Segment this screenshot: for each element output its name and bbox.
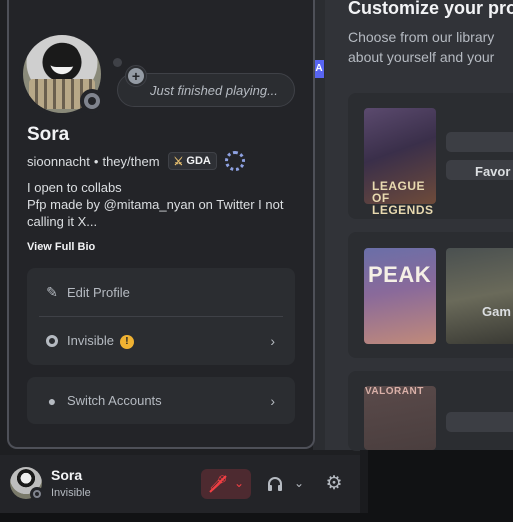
settings-subtitle: Choose from our library (348, 29, 495, 45)
user-panel: Sora Invisible 🎤︎ ⌄ ⌄ ⚙ (0, 455, 360, 513)
headphones-icon (266, 475, 284, 493)
bio-line: Pfp made by @mitama_nyan on Twitter I no… (27, 197, 284, 212)
bio: I open to collabs Pfp made by @mitama_ny… (27, 179, 297, 230)
game-logo-text: LEAGUE OF LEGENDS (372, 179, 434, 217)
favorite-label: Favor (475, 164, 511, 179)
status-selector[interactable]: Invisible! › (27, 317, 295, 365)
guild-tag[interactable]: ⚔ GDA (167, 152, 217, 170)
status-hole (88, 97, 96, 105)
game-cover[interactable] (446, 248, 513, 344)
sword-icon: ⚔ (173, 155, 184, 168)
thought-bubble-dot (113, 58, 122, 67)
user-status: Invisible (51, 487, 91, 499)
deafen-button[interactable]: ⌄ (262, 469, 312, 499)
avatar-hair (47, 43, 79, 67)
separator: • (93, 153, 99, 169)
status-indicator (30, 487, 44, 501)
game-label: Gam (482, 304, 511, 319)
status-label: Invisible (67, 333, 114, 349)
option-pill[interactable] (446, 412, 513, 432)
game-logo-text: VALORANT (365, 386, 424, 397)
bio-line: calling it X... (27, 214, 98, 229)
view-full-bio-link[interactable]: View Full Bio (27, 241, 95, 253)
guild-tag-label: GDA (186, 155, 211, 167)
chevron-down-icon[interactable]: ⌄ (234, 476, 244, 490)
plus-icon: + (128, 68, 144, 84)
user-settings-button[interactable]: ⚙ (319, 469, 349, 499)
mute-microphone-button[interactable]: 🎤︎ ⌄ (201, 469, 251, 499)
app-root: A Customize your pro Choose from our lib… (0, 0, 513, 522)
invisible-status-icon (84, 93, 100, 109)
add-status-button[interactable]: + (125, 65, 147, 87)
window-bottom-edge (0, 513, 513, 522)
option-pill[interactable] (446, 132, 513, 152)
edge-tag: A (314, 60, 324, 78)
account-icon: ● (47, 392, 57, 409)
status-label-wrap: Invisible! (67, 333, 134, 349)
switch-accounts-label: Switch Accounts (67, 393, 162, 408)
gear-icon: ⚙ (325, 473, 343, 494)
game-logo-text: PEAK (368, 262, 432, 287)
nitro-badge-icon[interactable] (224, 151, 245, 171)
display-name: Sora (27, 124, 70, 145)
status-indicator (80, 89, 104, 113)
user-tagline: sioonnacht • they/them ⚔ GDA (27, 151, 245, 171)
chevron-right-icon: › (270, 333, 275, 349)
switch-accounts-menu: ● Switch Accounts › (27, 377, 295, 424)
chevron-down-icon[interactable]: ⌄ (294, 476, 304, 490)
background-panel (368, 450, 513, 522)
invisible-status-icon (44, 333, 60, 349)
chevron-right-icon: › (270, 392, 275, 409)
bio-line: I open to collabs (27, 180, 122, 195)
warning-icon: ! (119, 334, 134, 349)
activity-text: Just finished playing... (150, 83, 278, 98)
invisible-status-icon (33, 490, 41, 498)
username: sioonnacht (27, 153, 90, 169)
settings-subtitle-2: about yourself and your (348, 49, 495, 65)
user-name[interactable]: Sora (51, 467, 82, 483)
settings-title: Customize your pro (348, 0, 513, 18)
edit-profile-label: Edit Profile (67, 284, 130, 300)
switch-accounts-button[interactable]: ● Switch Accounts › (27, 377, 295, 424)
mute-slash-icon (209, 475, 227, 493)
pronouns: they/them (102, 153, 160, 169)
pencil-icon: ✎ (46, 284, 58, 300)
edit-profile-button[interactable]: ✎ Edit Profile (27, 268, 295, 316)
profile-menu: ✎ Edit Profile Invisible! › (27, 268, 295, 365)
